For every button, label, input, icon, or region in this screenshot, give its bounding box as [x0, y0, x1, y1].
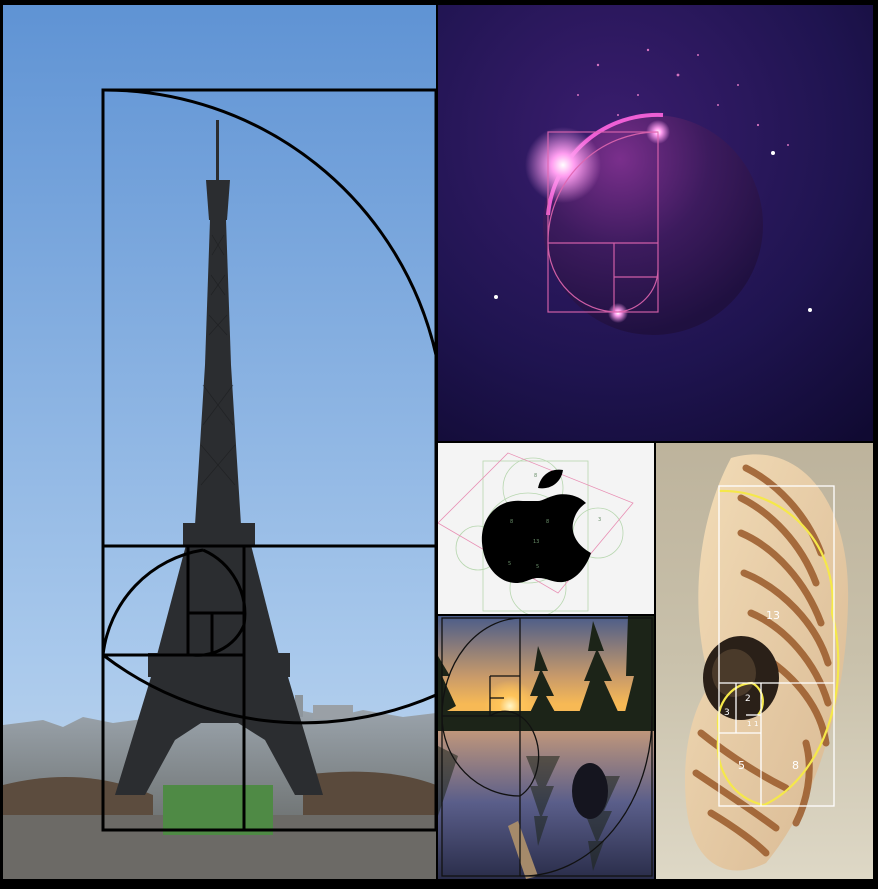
apple-label: 8 — [546, 519, 549, 525]
apple-label: 5 — [536, 564, 539, 570]
eiffel-tower-panel — [3, 5, 436, 879]
fibonacci-label: 8 — [792, 759, 799, 772]
eiffel-tower-photo — [3, 5, 436, 879]
fibonacci-label: 3 — [724, 708, 730, 718]
fibonacci-label: 13 — [766, 609, 780, 622]
apple-logo-panel: 8 8 8 13 5 5 3 — [438, 443, 654, 614]
fibonacci-label: 5 — [738, 759, 745, 772]
apple-label: 5 — [508, 561, 511, 567]
planet-panel — [438, 5, 873, 441]
nautilus-shell-photo: 13 8 5 3 2 1 1 — [656, 443, 873, 879]
apple-label: 13 — [533, 539, 539, 545]
sunset-photo — [438, 616, 654, 879]
fibonacci-label: 1 — [754, 720, 758, 728]
golden-ratio-collage: 8 8 8 13 5 5 3 13 8 5 3 2 1 1 — [0, 0, 878, 889]
planet-photo — [438, 5, 873, 441]
fibonacci-label: 2 — [745, 694, 751, 704]
apple-label: 8 — [534, 473, 537, 479]
apple-logo: 8 8 8 13 5 5 3 — [438, 443, 654, 614]
apple-label: 8 — [510, 519, 513, 525]
fibonacci-label: 1 — [747, 720, 751, 728]
sunset-panel — [438, 616, 654, 879]
nautilus-panel: 13 8 5 3 2 1 1 — [656, 443, 873, 879]
apple-label: 3 — [598, 517, 601, 523]
